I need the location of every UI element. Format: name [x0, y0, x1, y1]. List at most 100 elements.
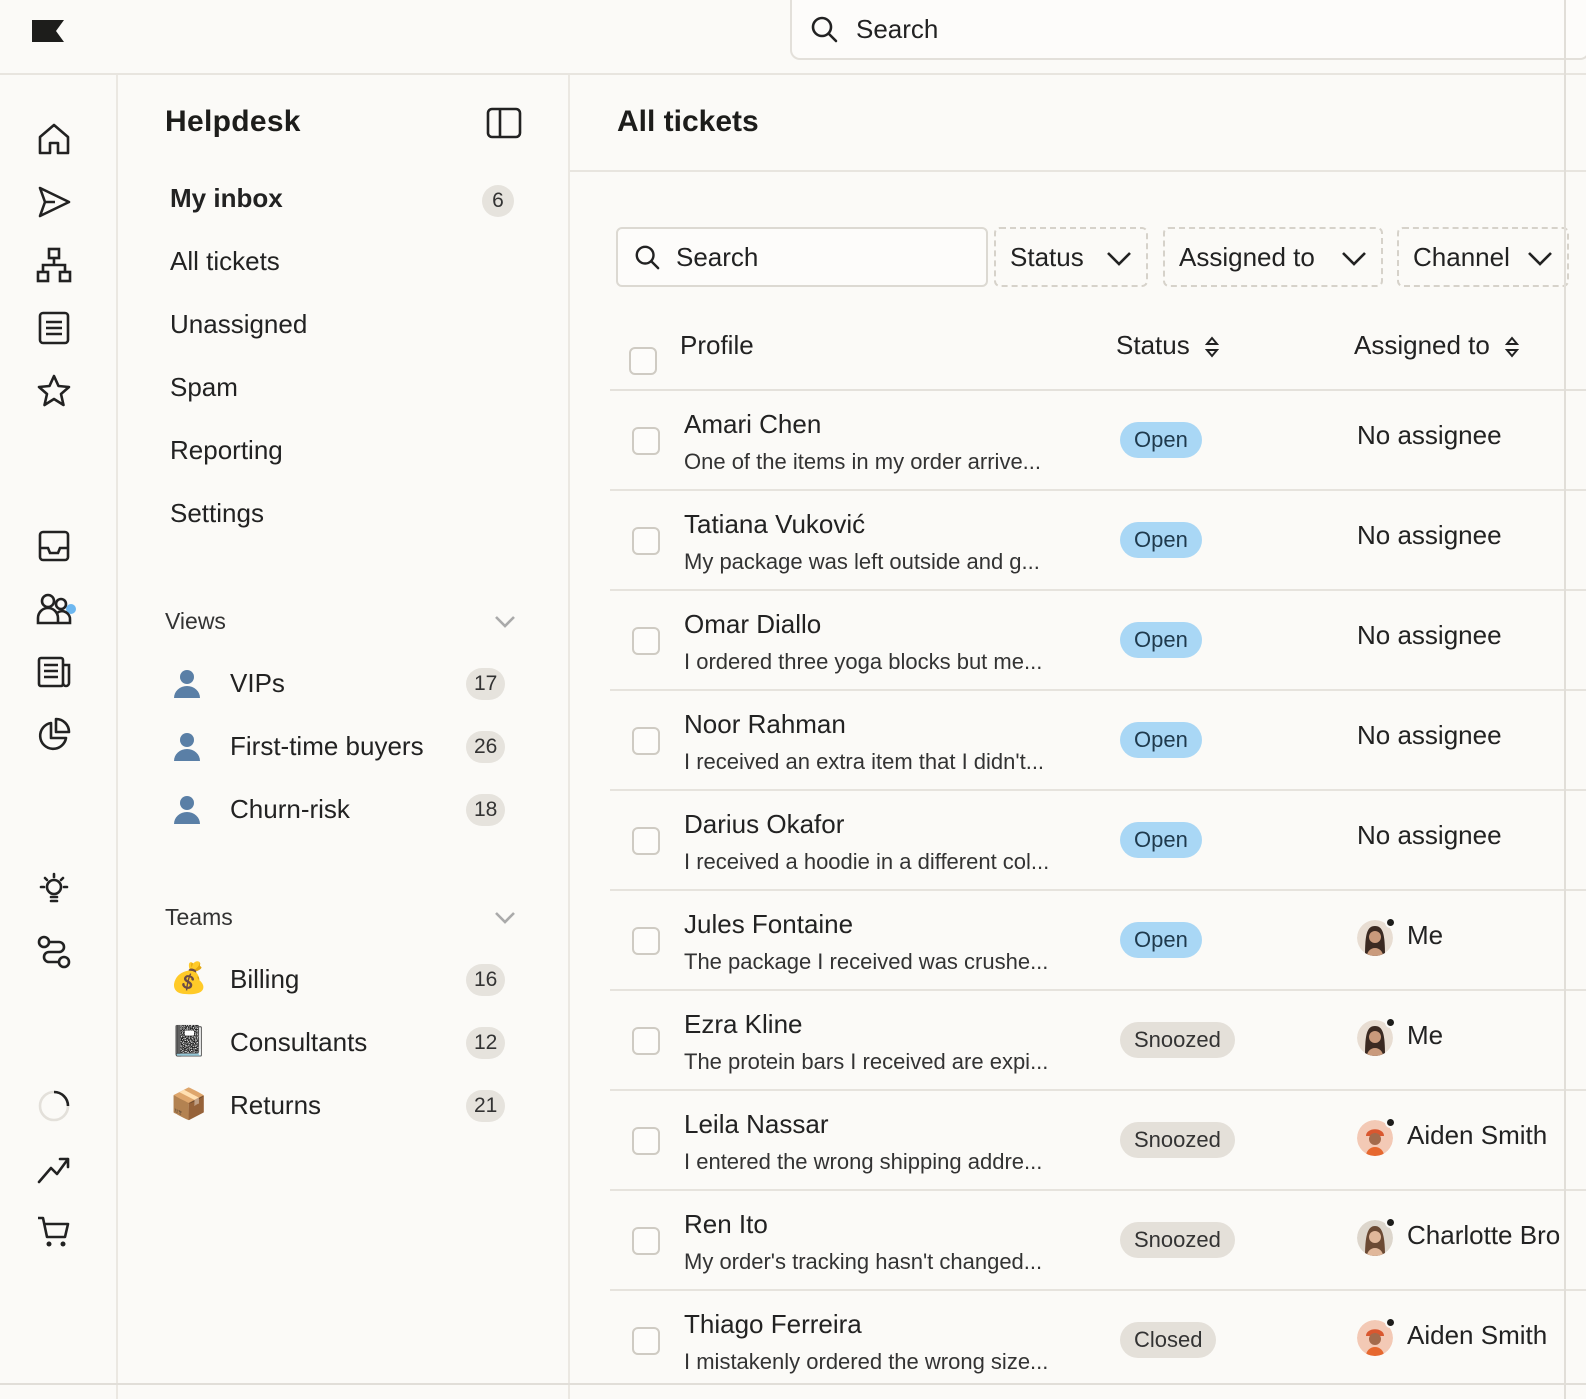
presence-dot	[1385, 1017, 1396, 1028]
ticket-preview: One of the items in my order arrive...	[684, 449, 1042, 474]
global-search-input[interactable]: Search	[790, 0, 1586, 60]
lightbulb-icon[interactable]	[35, 870, 73, 908]
nav-my-inbox[interactable]: My inbox	[170, 183, 283, 214]
table-row[interactable]: Ezra Kline The protein bars I received a…	[610, 991, 1586, 1091]
assignee-label[interactable]: No assignee	[1357, 720, 1502, 751]
assignee-label[interactable]: No assignee	[1357, 420, 1502, 451]
column-header-assigned-to[interactable]: Assigned to	[1354, 330, 1520, 361]
row-checkbox[interactable]	[632, 1227, 660, 1255]
row-checkbox[interactable]	[632, 827, 660, 855]
status-badge: Open	[1120, 822, 1202, 858]
table-row[interactable]: Thiago Ferreira I mistakenly ordered the…	[610, 1291, 1586, 1391]
table-row[interactable]: Darius Okafor I received a hoodie in a d…	[610, 791, 1586, 891]
pie-chart-icon[interactable]	[35, 716, 73, 754]
ticket-preview: The protein bars I received are expi...	[684, 1049, 1049, 1074]
row-checkbox[interactable]	[632, 527, 660, 555]
status-badge: Snoozed	[1120, 1222, 1235, 1258]
row-checkbox[interactable]	[632, 1027, 660, 1055]
customer-name: Darius Okafor	[684, 809, 845, 839]
team-item-label: Billing	[230, 964, 300, 994]
customer-name: Tatiana Vuković	[684, 509, 866, 539]
status-badge: Open	[1120, 522, 1202, 558]
channel-filter[interactable]: Channel	[1397, 227, 1569, 287]
loading-spinner-icon	[35, 1087, 73, 1125]
view-item-churn-risk[interactable]: Churn-risk 18	[170, 790, 530, 830]
inbox-icon[interactable]	[35, 527, 73, 565]
view-item-vips[interactable]: VIPs 17	[170, 664, 530, 704]
sidebar-toggle-icon[interactable]	[486, 107, 522, 139]
column-header-label: Profile	[680, 330, 754, 360]
column-header-label: Assigned to	[1354, 330, 1490, 360]
row-checkbox[interactable]	[632, 727, 660, 755]
customer-name: Ren Ito	[684, 1209, 768, 1239]
team-item-returns[interactable]: 📦 Returns 21	[170, 1086, 530, 1126]
row-checkbox[interactable]	[632, 627, 660, 655]
org-chart-icon[interactable]	[35, 246, 73, 284]
ticket-search-input[interactable]: Search	[616, 227, 988, 287]
ticket-search-placeholder: Search	[676, 241, 759, 272]
row-checkbox[interactable]	[632, 1327, 660, 1355]
assigned-to-filter[interactable]: Assigned to	[1163, 227, 1383, 287]
users-icon[interactable]	[35, 590, 73, 628]
column-header-profile[interactable]: Profile	[680, 330, 754, 361]
assignee-label[interactable]: Aiden Smith	[1407, 1320, 1547, 1351]
select-all-checkbox[interactable]	[629, 347, 657, 375]
star-icon[interactable]	[35, 372, 73, 410]
row-checkbox[interactable]	[632, 927, 660, 955]
view-item-label: Churn-risk	[230, 794, 350, 824]
newspaper-icon[interactable]	[35, 653, 73, 691]
team-item-billing[interactable]: 💰 Billing 16	[170, 960, 530, 1000]
window-edge-right	[1564, 0, 1566, 1399]
shopping-cart-icon[interactable]	[35, 1213, 73, 1251]
teams-chevron-down-icon[interactable]	[494, 911, 516, 925]
assignee-label[interactable]: No assignee	[1357, 520, 1502, 551]
nav-settings[interactable]: Settings	[170, 498, 264, 529]
assignee-label[interactable]: No assignee	[1357, 820, 1502, 851]
table-row[interactable]: Amari Chen One of the items in my order …	[610, 391, 1586, 491]
customer-name: Amari Chen	[684, 409, 822, 439]
nav-unassigned[interactable]: Unassigned	[170, 309, 307, 340]
column-header-label: Status	[1116, 330, 1190, 360]
status-badge: Closed	[1120, 1322, 1217, 1358]
document-list-icon[interactable]	[35, 309, 73, 347]
table-row[interactable]: Leila Nassar I entered the wrong shippin…	[610, 1091, 1586, 1191]
home-icon[interactable]	[35, 120, 73, 158]
assignee-label[interactable]: No assignee	[1357, 620, 1502, 651]
sort-icon	[1505, 336, 1520, 358]
nav-reporting[interactable]: Reporting	[170, 435, 283, 466]
chevron-down-icon	[1107, 252, 1131, 266]
team-item-consultants[interactable]: 📓 Consultants 12	[170, 1023, 530, 1063]
workflow-icon[interactable]	[35, 933, 73, 971]
nav-all-tickets[interactable]: All tickets	[170, 246, 280, 277]
table-row[interactable]: Tatiana Vuković My package was left outs…	[610, 491, 1586, 591]
main-header: All tickets	[570, 75, 1586, 172]
person-icon	[174, 796, 200, 824]
assignee-label[interactable]: Aiden Smith	[1407, 1120, 1547, 1151]
status-filter-label: Status	[1010, 241, 1084, 272]
view-item-first-time-buyers[interactable]: First-time buyers 26	[170, 727, 530, 767]
status-filter[interactable]: Status	[994, 227, 1148, 287]
chevron-down-icon	[1528, 252, 1552, 266]
brand-logo[interactable]	[30, 18, 66, 44]
channel-filter-label: Channel	[1413, 241, 1510, 272]
row-checkbox[interactable]	[632, 1127, 660, 1155]
column-header-status[interactable]: Status	[1116, 330, 1219, 361]
table-row[interactable]: Noor Rahman I received an extra item tha…	[610, 691, 1586, 791]
package-icon: 📦	[170, 1088, 208, 1121]
table-row[interactable]: Ren Ito My order's tracking hasn't chang…	[610, 1191, 1586, 1291]
table-row[interactable]: Omar Diallo I ordered three yoga blocks …	[610, 591, 1586, 691]
view-count: 17	[466, 668, 506, 700]
trending-up-icon[interactable]	[35, 1150, 73, 1188]
assignee-label[interactable]: Me	[1407, 920, 1443, 951]
ticket-preview: The package I received was crushe...	[684, 949, 1049, 974]
send-icon[interactable]	[35, 183, 73, 221]
views-chevron-down-icon[interactable]	[494, 615, 516, 629]
customer-name: Ezra Kline	[684, 1009, 803, 1039]
assignee-label[interactable]: Charlotte Bro	[1407, 1220, 1560, 1251]
money-bag-icon: 💰	[170, 962, 208, 995]
chevron-down-icon	[1342, 252, 1366, 266]
row-checkbox[interactable]	[632, 427, 660, 455]
assignee-label[interactable]: Me	[1407, 1020, 1443, 1051]
nav-spam[interactable]: Spam	[170, 372, 238, 403]
table-row[interactable]: Jules Fontaine The package I received wa…	[610, 891, 1586, 991]
